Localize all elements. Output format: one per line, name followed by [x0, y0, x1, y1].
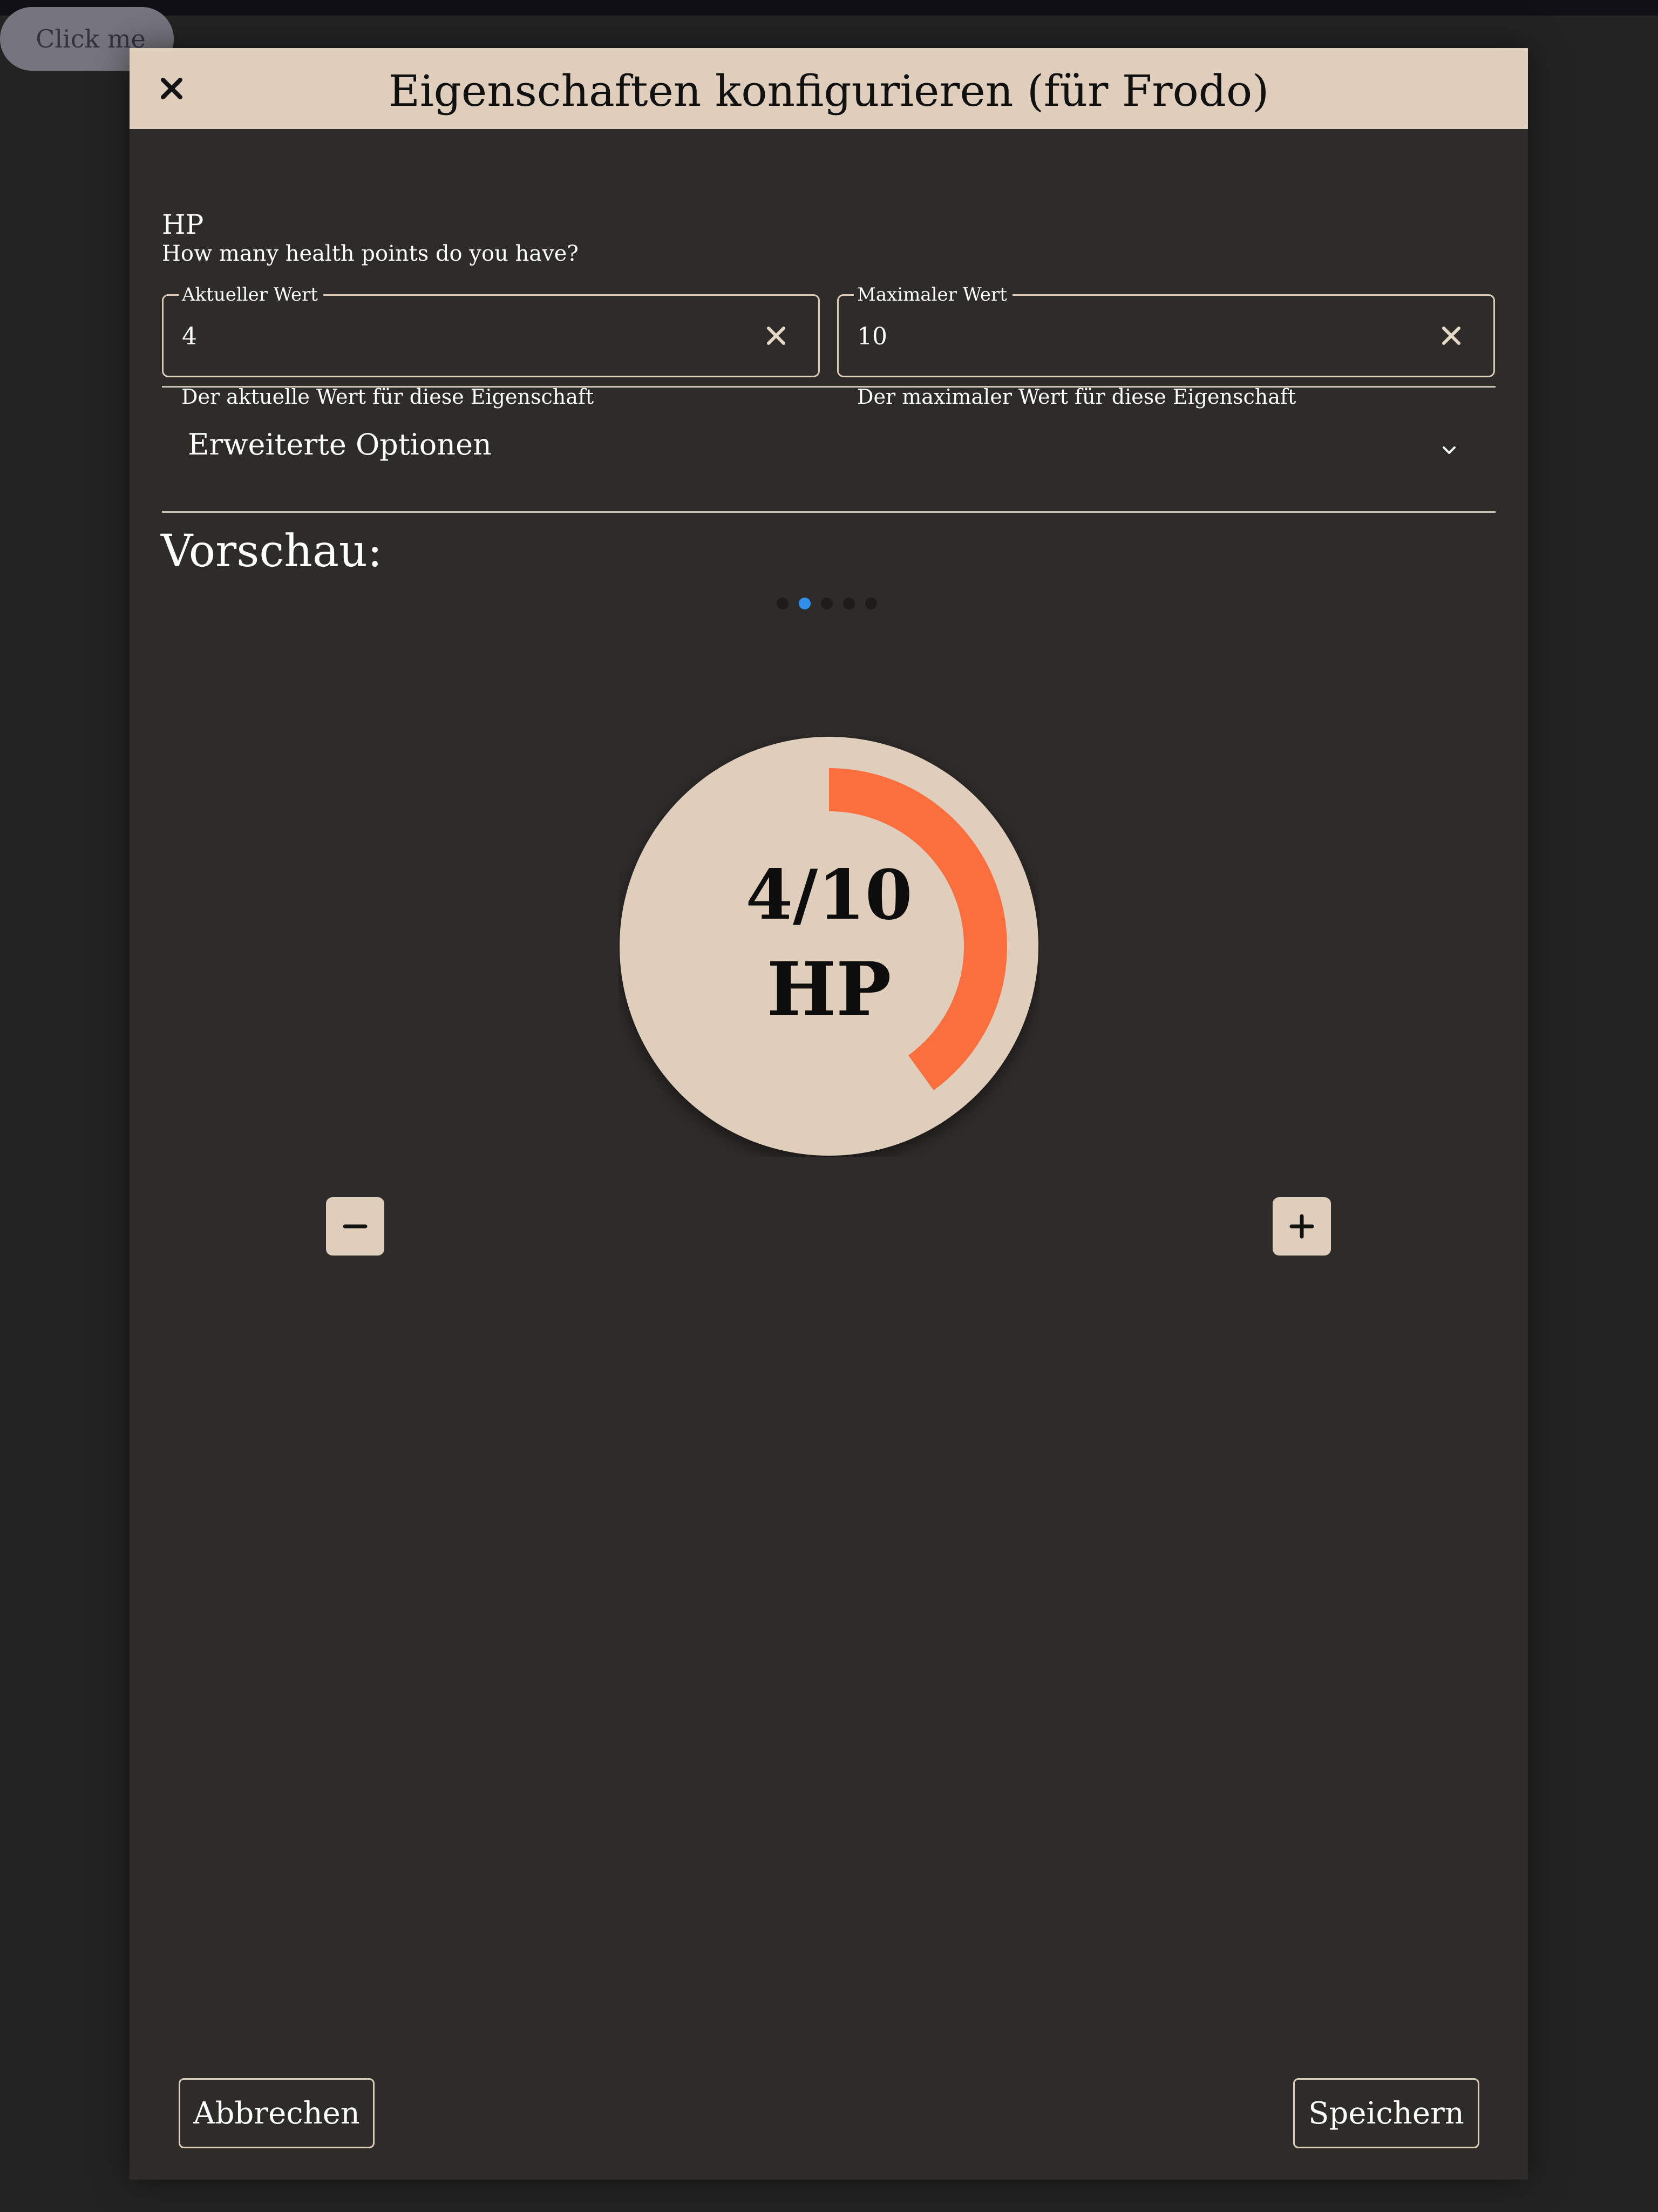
carousel-dots	[777, 598, 877, 609]
minus-icon	[343, 1224, 368, 1229]
advanced-options-label: Erweiterte Optionen	[188, 428, 492, 462]
chevron-down-icon	[1443, 446, 1456, 454]
increment-button[interactable]	[1273, 1197, 1331, 1256]
carousel-dot[interactable]	[843, 598, 855, 609]
carousel-dot[interactable]	[799, 598, 811, 609]
cancel-button[interactable]: Abbrechen	[179, 2078, 375, 2148]
gauge-name-text: HP	[766, 946, 892, 1033]
max-value-label: Maximaler Wert	[854, 282, 1013, 308]
clear-icon[interactable]	[764, 324, 788, 348]
clear-icon[interactable]	[1439, 324, 1463, 348]
preview-title: Vorschau:	[161, 526, 383, 577]
current-value-field[interactable]: Aktueller Wert 4	[162, 282, 820, 377]
browser-top-strip	[0, 0, 1658, 16]
carousel-dot[interactable]	[777, 598, 789, 609]
current-value-input[interactable]: 4	[182, 323, 197, 350]
max-value-field[interactable]: Maximaler Wert 10	[837, 282, 1495, 377]
advanced-options-expander[interactable]: Erweiterte Optionen	[162, 388, 1496, 511]
dialog-header: Eigenschaften konfigurieren (für Frodo)	[130, 48, 1528, 129]
configure-properties-dialog: Eigenschaften konfigurieren (für Frodo) …	[130, 48, 1528, 2180]
dialog-title: Eigenschaften konfigurieren (für Frodo)	[388, 65, 1269, 116]
divider	[162, 511, 1496, 513]
close-button[interactable]	[154, 71, 189, 106]
hp-gauge: 4/10 HP	[619, 736, 1039, 1157]
close-icon	[161, 78, 182, 99]
property-description: How many health points do you have?	[162, 241, 579, 266]
max-value-input[interactable]: 10	[857, 323, 887, 350]
property-name: HP	[162, 209, 204, 240]
plus-icon	[1289, 1214, 1314, 1239]
carousel-dot[interactable]	[821, 598, 833, 609]
gauge-value-text: 4/10	[745, 855, 913, 935]
save-button[interactable]: Speichern	[1293, 2078, 1479, 2148]
carousel-dot[interactable]	[865, 598, 877, 609]
current-value-label: Aktueller Wert	[179, 282, 323, 308]
decrement-button[interactable]	[326, 1197, 384, 1256]
